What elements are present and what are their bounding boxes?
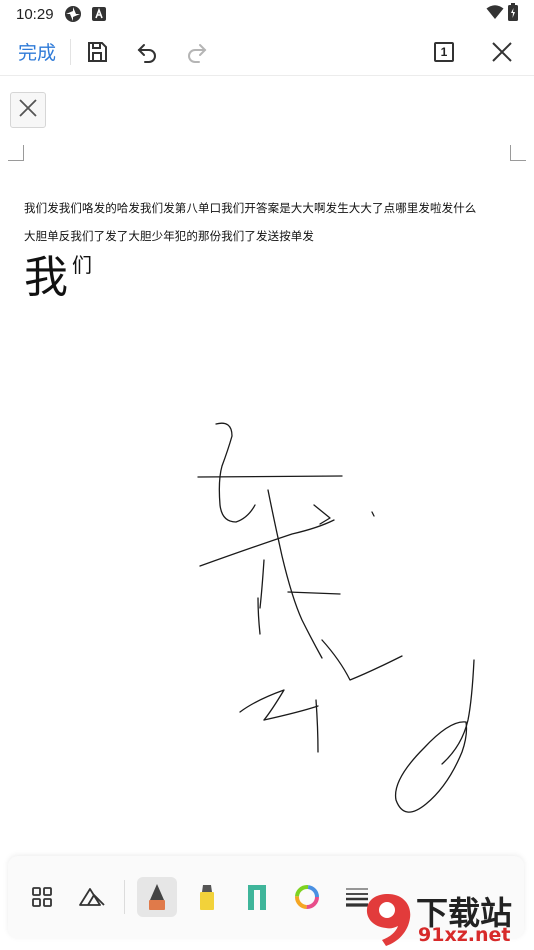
handwriting-ink — [197, 422, 475, 813]
status-time: 10:29 — [16, 5, 54, 23]
watermark-9-icon — [366, 894, 411, 946]
page-corner-top-left — [8, 145, 24, 161]
pen-icon[interactable] — [137, 877, 177, 917]
page-icon[interactable]: 1 — [426, 34, 462, 70]
large-character: 我 — [24, 252, 68, 303]
top-toolbar: 完成 1 — [0, 28, 534, 76]
redo-icon[interactable] — [179, 34, 215, 70]
highlighter-icon[interactable] — [187, 877, 227, 917]
close-icon[interactable] — [484, 34, 520, 70]
page-indicator: 1 — [434, 41, 454, 62]
close-icon — [18, 98, 38, 122]
a-badge-icon — [91, 7, 106, 21]
battery-icon — [508, 3, 518, 25]
pinwheel-icon — [64, 5, 82, 23]
document-text-line: 大胆单反我们了发了大胆少年犯的那份我们了发送按单发 — [24, 229, 314, 243]
eraser-icon[interactable] — [72, 877, 112, 917]
wifi-icon — [486, 4, 504, 24]
document-text-line: 我们发我们咯发的哈发我们发第八单口我们开答案是大大啊发生大大了点哪里发啦发什么 — [24, 201, 477, 215]
superscript-character: 们 — [72, 253, 92, 277]
undo-icon[interactable] — [129, 34, 165, 70]
pen-toolbar-divider — [124, 880, 125, 914]
watermark-logo: 下载站 91xz.net — [360, 888, 532, 948]
layout-icon[interactable] — [22, 877, 62, 917]
exit-ink-button[interactable] — [10, 92, 46, 128]
toolbar-right-actions: 1 — [426, 34, 520, 70]
toolbar-divider — [70, 38, 72, 65]
marker-icon[interactable] — [237, 877, 277, 917]
status-bar: 10:29 — [0, 0, 534, 28]
color-wheel-icon[interactable] — [287, 877, 327, 917]
save-icon[interactable] — [79, 34, 115, 70]
page-corner-top-right — [510, 145, 526, 161]
toolbar-left-actions — [79, 34, 215, 70]
watermark-url: 91xz.net — [418, 924, 511, 946]
status-right — [486, 3, 518, 25]
done-button[interactable]: 完成 — [0, 38, 70, 65]
